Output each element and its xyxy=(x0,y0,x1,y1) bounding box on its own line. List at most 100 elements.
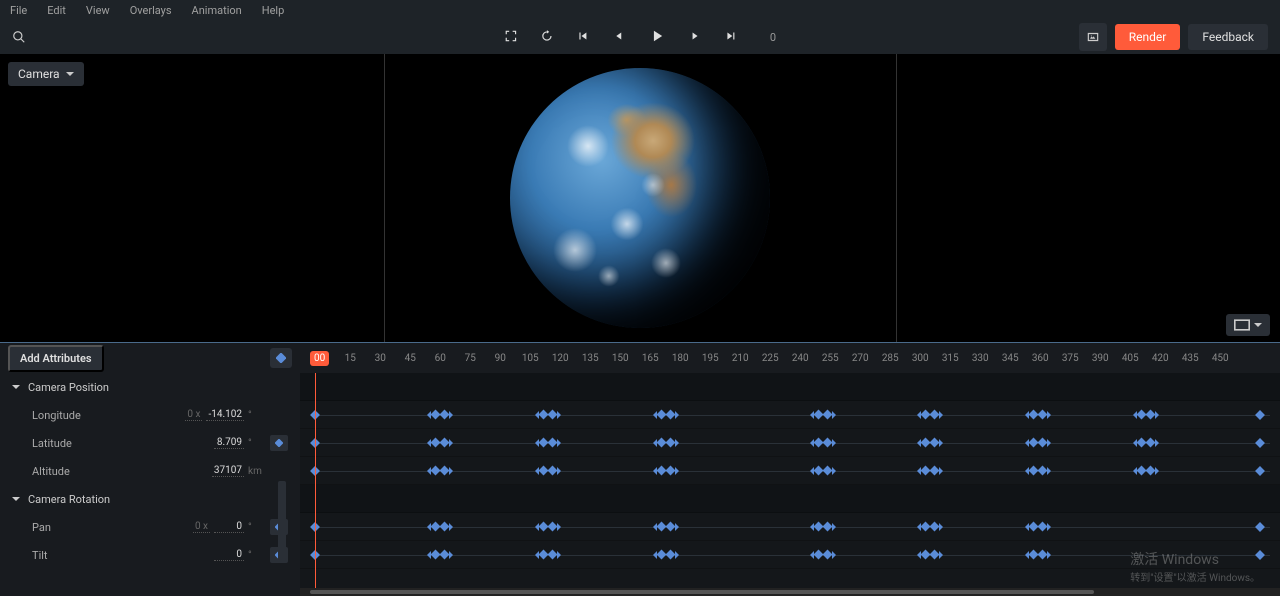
keyframe-cluster[interactable] xyxy=(427,411,453,419)
loop-icon[interactable] xyxy=(540,29,554,46)
longitude-value[interactable]: -14.102 xyxy=(206,409,244,421)
ruler-tick[interactable]: 105 xyxy=(515,353,545,364)
keyframe-cluster[interactable] xyxy=(1025,523,1051,531)
snapshot-button[interactable] xyxy=(1079,23,1107,51)
ruler-tick[interactable]: 240 xyxy=(785,353,815,364)
keyframe-cluster[interactable] xyxy=(427,467,453,475)
camera-position-group[interactable]: Camera Position xyxy=(0,373,300,401)
keyframe-cluster[interactable] xyxy=(1025,439,1051,447)
keyframe-cluster[interactable] xyxy=(653,551,679,559)
keyframe-cluster[interactable] xyxy=(1025,551,1051,559)
ruler-tick[interactable]: 375 xyxy=(1055,353,1085,364)
camera-rotation-group[interactable]: Camera Rotation xyxy=(0,485,300,513)
skip-end-icon[interactable] xyxy=(724,29,738,46)
ruler-tick[interactable]: 165 xyxy=(635,353,665,364)
ruler-tick[interactable]: 195 xyxy=(695,353,725,364)
keyframe-cluster[interactable] xyxy=(535,411,561,419)
step-forward-icon[interactable] xyxy=(688,29,702,46)
keyframe-cluster[interactable] xyxy=(1025,467,1051,475)
master-keyframe-toggle[interactable] xyxy=(270,348,292,368)
ruler-tick[interactable]: 300 xyxy=(905,353,935,364)
ruler-current-frame[interactable]: 00 xyxy=(310,351,329,366)
timeline-ruler[interactable]: 00 1530456075901051201351501651801952102… xyxy=(300,343,1280,373)
keyframe-cluster[interactable] xyxy=(535,551,561,559)
ruler-tick[interactable]: 345 xyxy=(995,353,1025,364)
ruler-tick[interactable]: 360 xyxy=(1025,353,1055,364)
ruler-tick[interactable]: 435 xyxy=(1175,353,1205,364)
keyframe-cluster[interactable] xyxy=(1133,467,1159,475)
track-pan[interactable] xyxy=(300,513,1280,541)
ruler-tick[interactable]: 285 xyxy=(875,353,905,364)
add-attributes-button[interactable]: Add Attributes xyxy=(8,345,104,372)
feedback-button[interactable]: Feedback xyxy=(1188,24,1268,50)
keyframe-cluster[interactable] xyxy=(917,411,943,419)
keyframe-cluster[interactable] xyxy=(1025,411,1051,419)
keyframe[interactable] xyxy=(1255,438,1265,448)
keyframe[interactable] xyxy=(1255,466,1265,476)
menu-edit[interactable]: Edit xyxy=(47,4,66,17)
keyframe-cluster[interactable] xyxy=(810,551,836,559)
track-longitude[interactable] xyxy=(300,401,1280,429)
keyframe-cluster[interactable] xyxy=(653,411,679,419)
keyframe-cluster[interactable] xyxy=(810,523,836,531)
ruler-tick[interactable]: 75 xyxy=(455,353,485,364)
menu-file[interactable]: File xyxy=(10,4,27,17)
fullscreen-icon[interactable] xyxy=(504,29,518,46)
longitude-multiplier[interactable]: 0 x xyxy=(185,409,202,421)
keyframe[interactable] xyxy=(1255,410,1265,420)
step-back-icon[interactable] xyxy=(612,29,626,46)
keyframe-cluster[interactable] xyxy=(653,523,679,531)
playhead[interactable] xyxy=(315,373,316,588)
menu-animation[interactable]: Animation xyxy=(192,4,242,17)
render-button[interactable]: Render xyxy=(1115,24,1181,50)
ruler-tick[interactable]: 90 xyxy=(485,353,515,364)
ruler-tick[interactable]: 225 xyxy=(755,353,785,364)
keyframe[interactable] xyxy=(1255,522,1265,532)
keyframe-cluster[interactable] xyxy=(427,439,453,447)
keyframe-cluster[interactable] xyxy=(427,523,453,531)
ruler-tick[interactable]: 15 xyxy=(335,353,365,364)
keyframe-cluster[interactable] xyxy=(535,467,561,475)
keyframe-cluster[interactable] xyxy=(535,523,561,531)
keyframe-cluster[interactable] xyxy=(653,467,679,475)
keyframe-cluster[interactable] xyxy=(1133,439,1159,447)
ruler-tick[interactable]: 420 xyxy=(1145,353,1175,364)
tilt-value[interactable]: 0 xyxy=(214,549,244,561)
ruler-tick[interactable]: 30 xyxy=(365,353,395,364)
ruler-tick[interactable]: 405 xyxy=(1115,353,1145,364)
ruler-tick[interactable]: 135 xyxy=(575,353,605,364)
ruler-tick[interactable]: 45 xyxy=(395,353,425,364)
ruler-tick[interactable]: 330 xyxy=(965,353,995,364)
tracks-area[interactable] xyxy=(300,373,1280,588)
timeline-scrollbar[interactable] xyxy=(300,588,1280,596)
menu-help[interactable]: Help xyxy=(262,4,285,17)
keyframe-cluster[interactable] xyxy=(1133,411,1159,419)
aspect-ratio-button[interactable] xyxy=(1226,314,1270,336)
keyframe-cluster[interactable] xyxy=(917,467,943,475)
altitude-value[interactable]: 37107 xyxy=(212,465,244,477)
pan-multiplier[interactable]: 0 x xyxy=(193,521,210,533)
keyframe-cluster[interactable] xyxy=(917,551,943,559)
camera-dropdown[interactable]: Camera xyxy=(8,62,84,86)
track-tilt[interactable] xyxy=(300,541,1280,569)
latitude-value[interactable]: 8.709 xyxy=(214,437,244,449)
ruler-tick[interactable]: 270 xyxy=(845,353,875,364)
keyframe-cluster[interactable] xyxy=(427,551,453,559)
scroll-thumb[interactable] xyxy=(310,590,1094,594)
ruler-tick[interactable]: 255 xyxy=(815,353,845,364)
ruler-tick[interactable]: 150 xyxy=(605,353,635,364)
search-icon[interactable] xyxy=(12,30,26,44)
keyframe-cluster[interactable] xyxy=(810,439,836,447)
viewport[interactable] xyxy=(0,54,1280,342)
keyframe-cluster[interactable] xyxy=(535,439,561,447)
ruler-tick[interactable]: 390 xyxy=(1085,353,1115,364)
track-altitude[interactable] xyxy=(300,457,1280,485)
keyframe[interactable] xyxy=(1255,550,1265,560)
ruler-tick[interactable]: 180 xyxy=(665,353,695,364)
position-scrubber[interactable] xyxy=(278,481,286,561)
menu-overlays[interactable]: Overlays xyxy=(130,4,172,17)
ruler-tick[interactable]: 120 xyxy=(545,353,575,364)
keyframe-cluster[interactable] xyxy=(810,411,836,419)
pan-value[interactable]: 0 xyxy=(214,521,244,533)
keyframe-cluster[interactable] xyxy=(810,467,836,475)
